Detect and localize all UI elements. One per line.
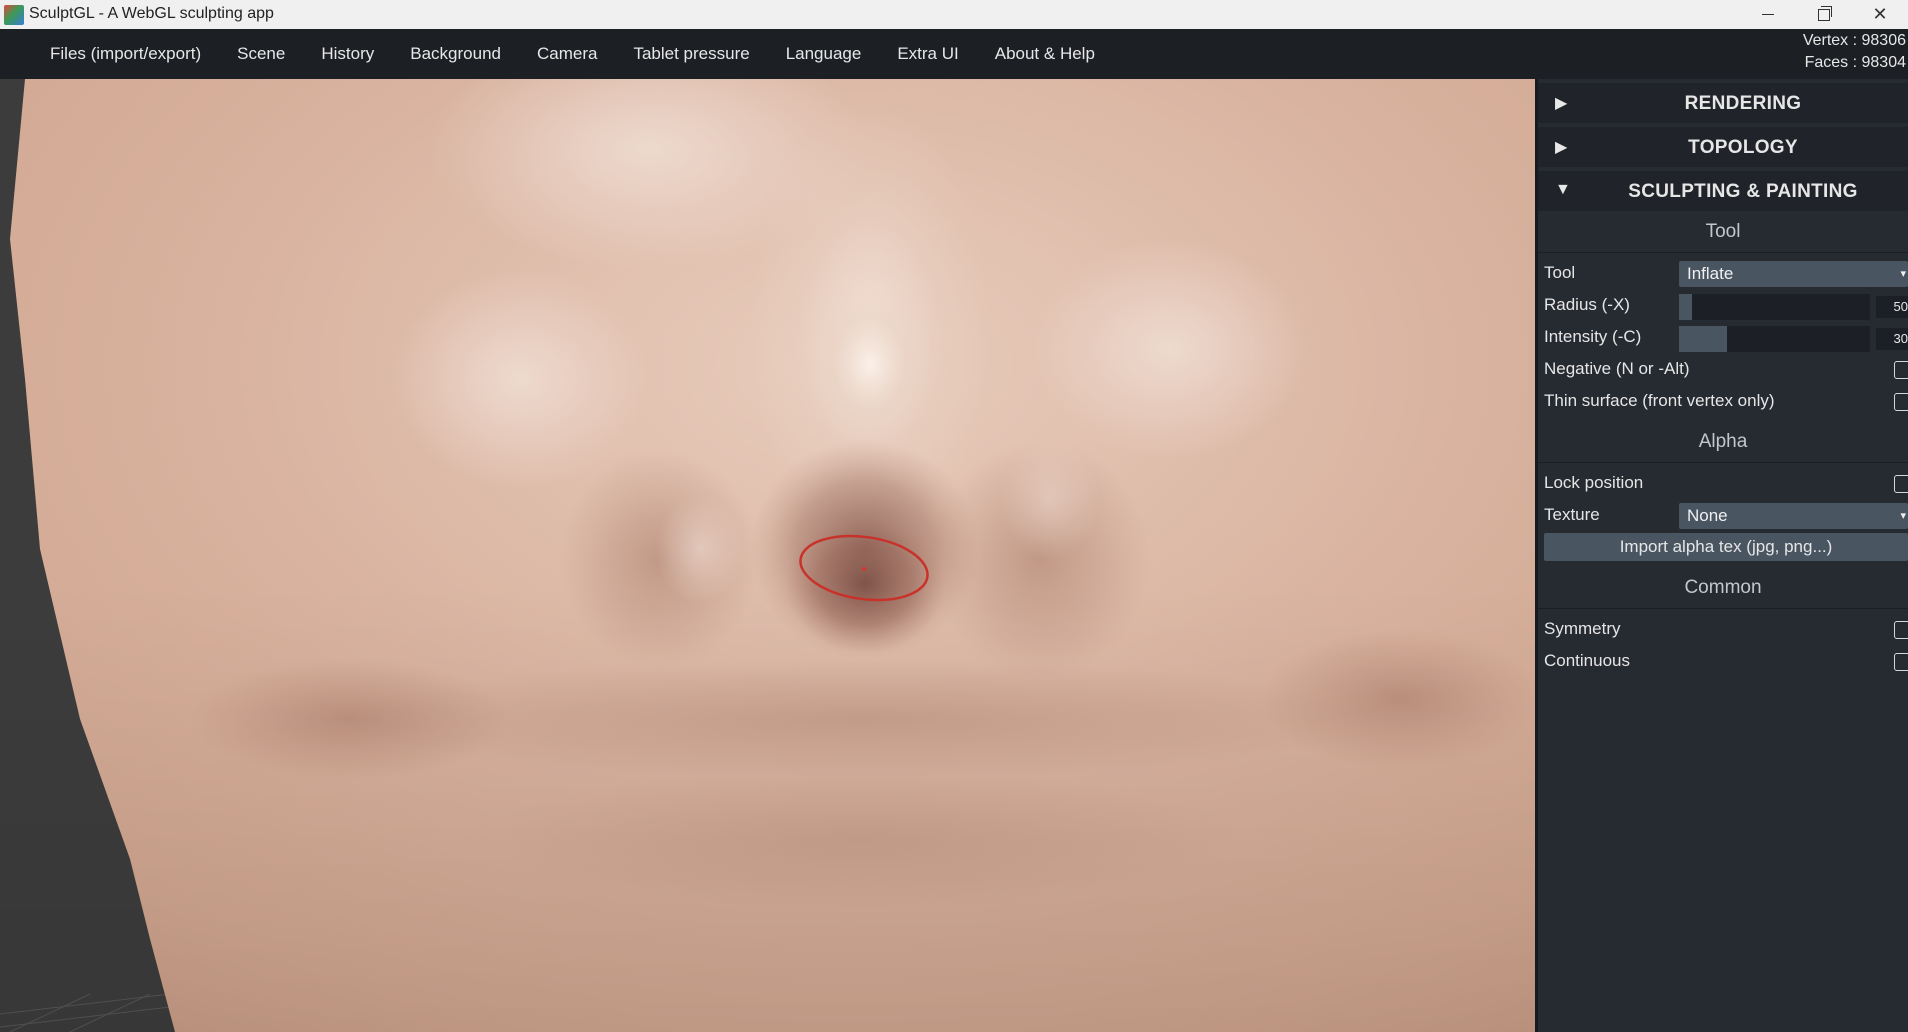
lock-position-row: Lock position xyxy=(1538,467,1908,499)
menu-bar: Files (import/export) Scene History Back… xyxy=(0,29,1908,79)
texture-row: Texture None ▾ xyxy=(1538,499,1908,531)
expand-arrow-icon: ▶ xyxy=(1555,95,1568,112)
import-alpha-row: Import alpha tex (jpg, png...) xyxy=(1538,531,1908,563)
menu-files[interactable]: Files (import/export) xyxy=(32,29,219,79)
mesh-render xyxy=(0,79,1535,1032)
vertex-count: Vertex : 98306 xyxy=(1802,32,1906,49)
import-alpha-button[interactable]: Import alpha tex (jpg, png...) xyxy=(1544,533,1908,561)
radius-label: Radius (-X) xyxy=(1544,295,1630,314)
chevron-down-icon: ▾ xyxy=(1900,268,1906,280)
tool-select[interactable]: Inflate ▾ xyxy=(1679,261,1908,287)
continuous-row: Continuous xyxy=(1538,645,1908,677)
section-title: RENDERING xyxy=(1684,93,1802,114)
group-title-alpha: Alpha xyxy=(1538,421,1908,463)
negative-checkbox[interactable] xyxy=(1894,361,1908,379)
main-menu: Files (import/export) Scene History Back… xyxy=(32,29,1113,79)
intensity-slider[interactable] xyxy=(1679,326,1870,352)
section-title: TOPOLOGY xyxy=(1688,137,1798,158)
collapse-arrow-icon: ▼ xyxy=(1555,181,1571,198)
section-title: SCULPTING & PAINTING xyxy=(1628,181,1858,202)
side-panel: ▶ RENDERING ▶ TOPOLOGY ▼ SCULPTING & PAI… xyxy=(1535,79,1908,1032)
symmetry-label: Symmetry xyxy=(1544,619,1621,638)
menu-language[interactable]: Language xyxy=(768,29,880,79)
intensity-row: Intensity (-C) 30 xyxy=(1538,321,1908,353)
mesh-stats: Vertex : 98306 Faces : 98304 xyxy=(1803,30,1906,74)
symmetry-row: Symmetry xyxy=(1538,613,1908,645)
section-sculpting-painting[interactable]: ▼ SCULPTING & PAINTING xyxy=(1538,171,1908,211)
continuous-checkbox[interactable] xyxy=(1894,653,1908,671)
intensity-slider-fill xyxy=(1679,326,1727,352)
face-count: Faces : 98304 xyxy=(1804,54,1906,71)
texture-select[interactable]: None ▾ xyxy=(1679,503,1908,529)
section-rendering[interactable]: ▶ RENDERING xyxy=(1538,83,1908,123)
group-title-common: Common xyxy=(1538,567,1908,609)
section-topology[interactable]: ▶ TOPOLOGY xyxy=(1538,127,1908,167)
sculptgl-app-icon xyxy=(4,5,24,25)
intensity-label: Intensity (-C) xyxy=(1544,327,1642,346)
radius-slider[interactable] xyxy=(1679,294,1870,320)
menu-about-help[interactable]: About & Help xyxy=(977,29,1113,79)
menu-scene[interactable]: Scene xyxy=(219,29,303,79)
close-button[interactable]: ✕ xyxy=(1852,0,1908,29)
restore-button[interactable] xyxy=(1796,0,1852,29)
tool-row: Tool Inflate ▾ xyxy=(1538,257,1908,289)
radius-slider-fill xyxy=(1679,294,1693,320)
thin-surface-row: Thin surface (front vertex only) xyxy=(1538,385,1908,417)
minimize-icon xyxy=(1762,14,1774,15)
thin-surface-checkbox[interactable] xyxy=(1894,393,1908,411)
window-titlebar: SculptGL - A WebGL sculpting app ✕ xyxy=(0,0,1908,29)
menu-extra-ui[interactable]: Extra UI xyxy=(879,29,976,79)
radius-row: Radius (-X) 50 xyxy=(1538,289,1908,321)
symmetry-checkbox[interactable] xyxy=(1894,621,1908,639)
lock-position-checkbox[interactable] xyxy=(1894,475,1908,493)
menu-history[interactable]: History xyxy=(303,29,392,79)
menu-background[interactable]: Background xyxy=(392,29,519,79)
texture-select-value: None xyxy=(1687,506,1728,525)
texture-label: Texture xyxy=(1544,505,1600,524)
group-title-tool: Tool xyxy=(1538,211,1908,253)
intensity-value[interactable]: 30 xyxy=(1876,328,1908,350)
thin-surface-label: Thin surface (front vertex only) xyxy=(1544,391,1775,410)
tool-label: Tool xyxy=(1544,263,1576,282)
restore-icon xyxy=(1818,5,1832,21)
tool-select-value: Inflate xyxy=(1687,264,1734,283)
window-title: SculptGL - A WebGL sculpting app xyxy=(29,5,274,22)
chevron-down-icon: ▾ xyxy=(1900,510,1906,522)
negative-label: Negative (N or -Alt) xyxy=(1544,359,1690,378)
close-icon: ✕ xyxy=(1872,4,1888,24)
minimize-button[interactable] xyxy=(1740,0,1796,29)
radius-value[interactable]: 50 xyxy=(1876,296,1908,318)
continuous-label: Continuous xyxy=(1544,651,1631,670)
sculpt-viewport[interactable] xyxy=(0,79,1535,1032)
menu-camera[interactable]: Camera xyxy=(519,29,615,79)
expand-arrow-icon: ▶ xyxy=(1555,139,1568,156)
menu-tablet-pressure[interactable]: Tablet pressure xyxy=(615,29,767,79)
lock-position-label: Lock position xyxy=(1544,473,1644,492)
negative-row: Negative (N or -Alt) xyxy=(1538,353,1908,385)
